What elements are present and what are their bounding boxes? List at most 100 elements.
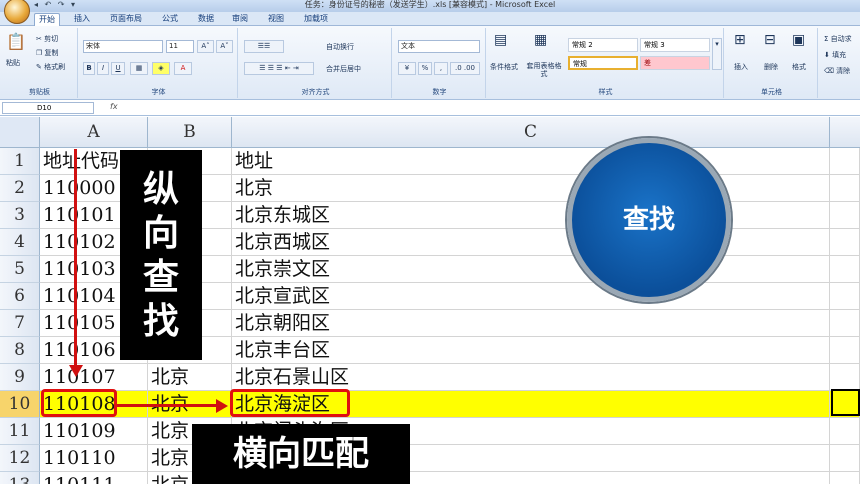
align-left-icon[interactable]: ☰ ☰ ☰ ⇤ ⇥ [244, 62, 314, 75]
row-header[interactable]: 2 [0, 175, 40, 202]
number-format-select[interactable]: 文本 [398, 40, 480, 53]
percent-button[interactable]: % [418, 62, 432, 75]
cell-c3[interactable]: 北京东城区 [232, 202, 830, 229]
insert-cell-button[interactable]: 插入 [734, 62, 748, 72]
style-normal-2[interactable]: 常规 2 [568, 38, 638, 52]
italic-button[interactable]: I [97, 62, 109, 75]
select-all-corner[interactable] [0, 117, 40, 148]
paste-button[interactable]: 粘贴 [6, 58, 20, 68]
decimal-icon[interactable]: .0 .00 [450, 62, 480, 75]
cell-d4[interactable] [830, 229, 860, 256]
cell-d2[interactable] [830, 175, 860, 202]
format-painter-button[interactable]: ✎ 格式刷 [36, 62, 65, 72]
column-header-b[interactable]: B [148, 117, 232, 148]
insert-cell-icon[interactable]: ⊞ [734, 32, 746, 48]
shrink-font-button[interactable]: A˅ [216, 40, 233, 53]
row-header[interactable]: 3 [0, 202, 40, 229]
tab-home[interactable]: 开始 [34, 13, 60, 26]
tab-insert[interactable]: 插入 [70, 13, 94, 26]
column-header-c[interactable]: C [232, 117, 830, 148]
fill-color-icon[interactable]: ◈ [152, 62, 170, 75]
cell-a11[interactable]: 110109 [40, 418, 148, 445]
wrap-text-button[interactable]: 自动换行 [326, 42, 354, 52]
cell-d13[interactable] [830, 472, 860, 484]
tab-view[interactable]: 视图 [264, 13, 288, 26]
cut-button[interactable]: ✂ 剪切 [36, 34, 58, 44]
cell-d9[interactable] [830, 364, 860, 391]
autosum-button[interactable]: Σ 自动求 [824, 34, 852, 44]
style-bad[interactable]: 差 [640, 56, 710, 70]
active-cell-d10[interactable] [831, 389, 860, 416]
row-header[interactable]: 8 [0, 337, 40, 364]
row-header[interactable]: 12 [0, 445, 40, 472]
fill-button[interactable]: ⬇ 填充 [824, 50, 846, 60]
column-header-a[interactable]: A [40, 117, 148, 148]
cell-c1[interactable]: 地址 [232, 148, 830, 175]
border-icon[interactable]: ▦ [130, 62, 148, 75]
cell-b9[interactable]: 北京 [148, 364, 232, 391]
quick-access-toolbar[interactable]: ◂ ↶ ↷ ▾ [34, 0, 77, 9]
row-header[interactable]: 11 [0, 418, 40, 445]
row-header[interactable]: 4 [0, 229, 40, 256]
font-name-select[interactable]: 宋体 [83, 40, 163, 53]
table-format-button[interactable]: 套用表格格式 [526, 62, 562, 78]
tab-review[interactable]: 审阅 [228, 13, 252, 26]
name-box[interactable]: D10 [2, 102, 94, 114]
row-header[interactable]: 7 [0, 310, 40, 337]
table-format-icon[interactable]: ▦ [534, 32, 547, 48]
cell-d3[interactable] [830, 202, 860, 229]
tab-formulas[interactable]: 公式 [158, 13, 182, 26]
cell-a13[interactable]: 110111 [40, 472, 148, 484]
cell-c5[interactable]: 北京崇文区 [232, 256, 830, 283]
align-top-icon[interactable]: ☰☰ [244, 40, 284, 53]
tab-data[interactable]: 数据 [194, 13, 218, 26]
cell-c7[interactable]: 北京朝阳区 [232, 310, 830, 337]
paste-icon[interactable]: 📋 [6, 32, 26, 51]
font-color-icon[interactable]: A [174, 62, 192, 75]
merge-center-button[interactable]: 合并后居中 [326, 64, 361, 74]
row-header[interactable]: 13 [0, 472, 40, 484]
fx-icon[interactable]: fx [110, 102, 118, 111]
cell-d5[interactable] [830, 256, 860, 283]
format-cell-icon[interactable]: ▣ [792, 32, 805, 48]
cell-c2[interactable]: 北京 [232, 175, 830, 202]
cell-d12[interactable] [830, 445, 860, 472]
copy-button[interactable]: ❐ 复制 [36, 48, 59, 58]
tab-page-layout[interactable]: 页面布局 [106, 13, 146, 26]
style-normal-3[interactable]: 常规 3 [640, 38, 710, 52]
bold-button[interactable]: B [83, 62, 95, 75]
underline-button[interactable]: U [111, 62, 125, 75]
comma-button[interactable]: , [434, 62, 448, 75]
cell-a12[interactable]: 110110 [40, 445, 148, 472]
cell-d6[interactable] [830, 283, 860, 310]
delete-cell-icon[interactable]: ⊟ [764, 32, 776, 48]
row-header[interactable]: 10 [0, 391, 40, 418]
cell-a9[interactable]: 110107 [40, 364, 148, 391]
font-size-select[interactable]: 11 [166, 40, 194, 53]
cell-d1[interactable] [830, 148, 860, 175]
column-header-d[interactable] [830, 117, 860, 148]
cell-d8[interactable] [830, 337, 860, 364]
row-header[interactable]: 9 [0, 364, 40, 391]
cell-c8[interactable]: 北京丰台区 [232, 337, 830, 364]
conditional-format-button[interactable]: 条件格式 [490, 62, 518, 72]
row-header[interactable]: 1 [0, 148, 40, 175]
conditional-format-icon[interactable]: ▤ [494, 32, 507, 48]
styles-scroll[interactable]: ▾ [712, 38, 722, 70]
row-header[interactable]: 6 [0, 283, 40, 310]
scissors-icon: ✂ [36, 35, 42, 43]
style-normal[interactable]: 常规 [568, 56, 638, 70]
fill-down-icon: ⬇ [824, 51, 830, 59]
clear-button[interactable]: ⌫ 清除 [824, 66, 850, 76]
delete-cell-button[interactable]: 删除 [764, 62, 778, 72]
cell-c4[interactable]: 北京西城区 [232, 229, 830, 256]
cell-d7[interactable] [830, 310, 860, 337]
cell-d11[interactable] [830, 418, 860, 445]
row-header[interactable]: 5 [0, 256, 40, 283]
tab-addins[interactable]: 加载项 [300, 13, 332, 26]
cell-c6[interactable]: 北京宣武区 [232, 283, 830, 310]
cell-c9[interactable]: 北京石景山区 [232, 364, 830, 391]
grow-font-button[interactable]: A˄ [197, 40, 214, 53]
format-cell-button[interactable]: 格式 [792, 62, 806, 72]
currency-icon[interactable]: ¥ [398, 62, 416, 75]
